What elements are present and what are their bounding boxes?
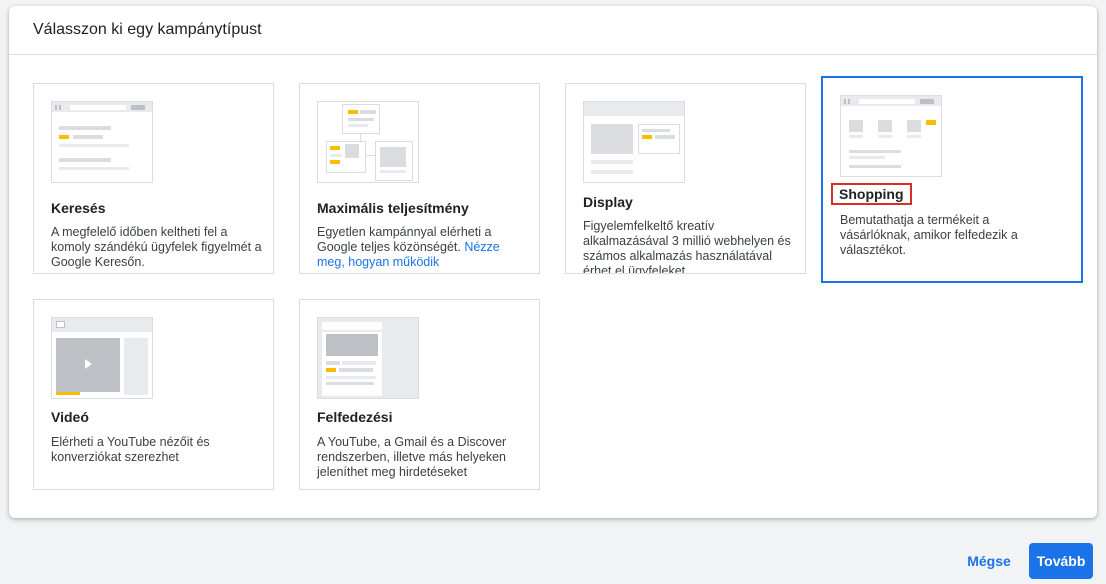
card-title: Felfedezési — [317, 409, 393, 425]
cancel-button[interactable]: Mégse — [958, 543, 1020, 578]
card-title: Shopping — [831, 183, 912, 205]
card-title: Videó — [51, 409, 89, 425]
card-video[interactable]: Videó Elérheti a YouTube nézőit és konve… — [33, 299, 274, 490]
card-title: Keresés — [51, 200, 106, 216]
discovery-illustration — [317, 317, 419, 399]
card-title: Maximális teljesítmény — [317, 200, 469, 216]
shopping-illustration — [840, 95, 942, 177]
play-icon — [85, 359, 92, 369]
next-button[interactable]: Tovább — [1029, 543, 1093, 579]
search-illustration — [51, 101, 153, 183]
card-description: A megfelelő időben keltheti fel a komoly… — [51, 225, 262, 269]
card-performance-max[interactable]: Maximális teljesítmény Egyetlen kampánny… — [299, 83, 540, 274]
card-description: Bemutathatja a termékeit a vásárlóknak, … — [840, 213, 1018, 257]
card-discovery[interactable]: Felfedezési A YouTube, a Gmail és a Disc… — [299, 299, 540, 490]
campaign-type-dialog: Válasszon ki egy kampánytípust Keresés A… — [9, 6, 1097, 518]
card-description: Figyelemfelkeltő kreatív alkalmazásával … — [583, 219, 791, 274]
card-description: Egyetlen kampánnyal elérheti a Google te… — [317, 225, 529, 270]
card-shopping[interactable]: Shopping Bemutathatja a termékeit a vásá… — [821, 76, 1083, 283]
card-description: Elérheti a YouTube nézőit és konverzióka… — [51, 435, 210, 464]
dialog-title: Válasszon ki egy kampánytípust — [33, 21, 262, 38]
video-illustration — [51, 317, 153, 399]
card-search[interactable]: Keresés A megfelelő időben keltheti fel … — [33, 83, 274, 274]
card-display[interactable]: Display Figyelemfelkeltő kreatív alkalma… — [565, 83, 806, 274]
performance-max-illustration — [317, 101, 419, 183]
card-title: Display — [583, 194, 633, 210]
title-divider — [9, 54, 1097, 55]
card-description: A YouTube, a Gmail és a Discover rendsze… — [317, 435, 507, 479]
display-illustration — [583, 101, 685, 183]
